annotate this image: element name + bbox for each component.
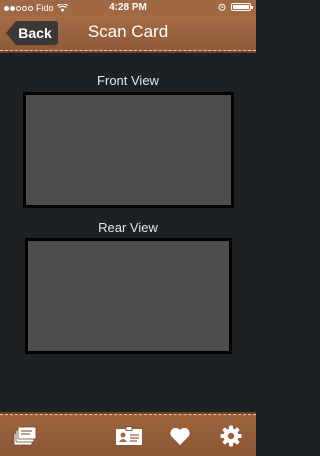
- rear-view-frame[interactable]: [25, 238, 232, 354]
- cards-stack-icon: [13, 426, 37, 446]
- tab-favorites[interactable]: [168, 425, 192, 447]
- nav-header: Back Scan Card: [0, 16, 256, 51]
- alarm-icon: [218, 3, 226, 11]
- tab-scan-card[interactable]: [115, 425, 143, 447]
- front-view-label: Front View: [97, 73, 159, 88]
- gear-icon: [220, 425, 242, 447]
- tab-settings[interactable]: [219, 425, 243, 447]
- id-card-icon: [116, 426, 142, 445]
- page-title: Scan Card: [87, 22, 169, 41]
- heart-icon: [170, 427, 190, 445]
- front-view-frame[interactable]: [23, 92, 234, 208]
- battery-icon: [231, 3, 253, 11]
- tab-bar: [0, 414, 256, 456]
- rear-view-label: Rear View: [98, 220, 158, 235]
- status-bar: Fido 4:28 PM: [0, 0, 256, 16]
- tab-cards[interactable]: [13, 425, 37, 447]
